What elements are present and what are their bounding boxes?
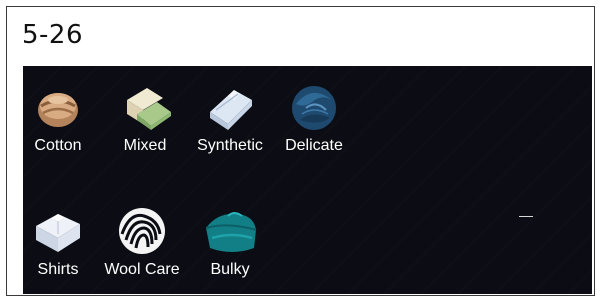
program-bulky-label: Bulky <box>210 261 250 278</box>
program-wool-care-label: Wool Care <box>104 261 180 278</box>
program-shirts-button[interactable]: Shirts <box>23 204 98 284</box>
shirts-icon <box>36 214 80 252</box>
program-bulky-button[interactable]: Bulky <box>190 204 270 284</box>
program-shirts-label: Shirts <box>37 261 79 278</box>
delicate-fabric-icon <box>292 86 336 130</box>
program-selection-screen: Cotton Mixed Synthetic Delicate Shirts W… <box>23 66 592 294</box>
wool-care-icon <box>119 208 165 254</box>
synthetic-fabric-icon <box>210 90 252 130</box>
bulky-items-icon <box>205 212 257 252</box>
program-cotton-label: Cotton <box>34 137 82 154</box>
figure-frame: 5-26 Cotton Mixed Synthetic Delicate Shi… <box>6 6 595 296</box>
program-synthetic-button[interactable]: Synthetic <box>190 80 270 160</box>
divider-mark <box>519 216 533 217</box>
program-mixed-button[interactable]: Mixed <box>105 80 185 160</box>
program-cotton-button[interactable]: Cotton <box>23 80 98 160</box>
cotton-fabric-icon <box>38 93 78 127</box>
mixed-fabric-icon <box>127 88 171 130</box>
program-mixed-label: Mixed <box>123 137 167 154</box>
program-wool-care-button[interactable]: Wool Care <box>102 204 182 284</box>
page-title: 5-26 <box>22 20 84 50</box>
program-delicate-label: Delicate <box>285 137 343 154</box>
program-synthetic-label: Synthetic <box>197 137 263 154</box>
program-delicate-button[interactable]: Delicate <box>274 80 354 160</box>
